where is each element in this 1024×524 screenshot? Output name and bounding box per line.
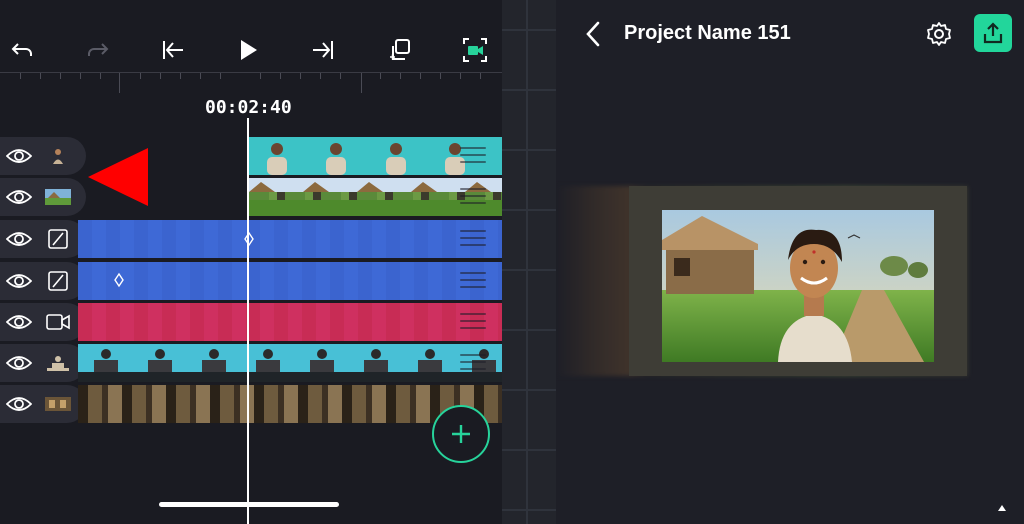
eye-icon[interactable] [6, 146, 32, 166]
track-header [0, 262, 86, 300]
track-clip[interactable] [249, 178, 502, 216]
clip-drag-handle[interactable] [460, 272, 486, 290]
clip-drag-handle[interactable] [460, 354, 486, 372]
track-header [0, 385, 86, 423]
copy-icon [390, 39, 410, 60]
red-arrow-icon [88, 148, 148, 206]
track-header [0, 137, 86, 175]
track-row-adjustment [0, 262, 502, 300]
timeline-ruler[interactable] [0, 72, 502, 96]
camera-focus-icon [463, 38, 487, 62]
track-header [0, 344, 86, 382]
clip-drag-handle[interactable] [460, 313, 486, 331]
skip-to-end-icon [313, 41, 333, 59]
adjustment-layer-icon [48, 271, 68, 291]
track-clip[interactable] [78, 303, 502, 341]
track-row-image [0, 178, 502, 216]
timeline-toolbar [0, 28, 502, 72]
panel-divider[interactable] [502, 0, 556, 524]
eye-icon[interactable] [6, 187, 32, 207]
play-button[interactable] [232, 34, 264, 66]
eye-icon[interactable] [6, 353, 32, 373]
person-thumbnail-icon [53, 149, 63, 164]
timeline-panel: 00:02:40 [0, 0, 502, 524]
track-row-video [0, 385, 502, 423]
redo-button[interactable] [82, 34, 114, 66]
add-track-button[interactable] [432, 405, 490, 463]
project-title[interactable]: Project Name 151 [624, 22, 791, 45]
undo-icon [11, 43, 32, 56]
gear-icon[interactable] [925, 20, 953, 48]
clip-drag-handle[interactable] [460, 230, 486, 248]
track-clip[interactable] [78, 344, 502, 382]
skip-to-start-button[interactable] [157, 34, 189, 66]
keyframe-icon[interactable] [78, 262, 502, 300]
adjustment-layer-icon [48, 229, 68, 249]
eye-icon[interactable] [6, 271, 32, 291]
track-row-adjustment [0, 220, 502, 258]
skip-to-start-icon [163, 41, 183, 59]
track-row-camera [0, 303, 502, 341]
playhead-timecode: 00:02:40 [201, 95, 296, 120]
corner-mark-icon [998, 505, 1006, 511]
track-clip[interactable] [78, 262, 502, 300]
track-row-video [0, 344, 502, 382]
clip-thumbnails [78, 349, 502, 382]
plus-icon [452, 425, 470, 443]
dark-room-thumbnail-icon [45, 397, 71, 411]
track-row-figure [0, 137, 502, 175]
copy-button[interactable] [384, 34, 416, 66]
playhead[interactable] [247, 118, 249, 524]
eye-icon[interactable] [6, 312, 32, 332]
home-indicator [159, 502, 339, 507]
skip-to-end-button[interactable] [307, 34, 339, 66]
preview-panel: Project Name 151 [556, 0, 1024, 524]
undo-button[interactable] [6, 34, 38, 66]
camera-icon [46, 314, 70, 330]
play-icon [241, 40, 257, 60]
eye-icon[interactable] [6, 394, 32, 414]
camera-focus-button[interactable] [459, 34, 491, 66]
village-thumbnail-icon [45, 189, 71, 205]
man-at-desk-thumbnail-icon [47, 356, 69, 371]
track-header [0, 303, 86, 341]
redo-icon [88, 43, 109, 56]
clip-drag-handle[interactable] [460, 147, 486, 165]
chevron-left-icon[interactable] [582, 20, 606, 48]
track-header [0, 220, 86, 258]
upload-icon [983, 22, 1003, 44]
clip-drag-handle[interactable] [460, 188, 486, 206]
track-header [0, 178, 86, 216]
export-button[interactable] [974, 14, 1012, 52]
eye-icon[interactable] [6, 229, 32, 249]
track-clip[interactable] [78, 220, 502, 258]
track-clip[interactable] [249, 137, 502, 175]
keyframe-icon[interactable] [78, 220, 502, 258]
preview-image[interactable] [662, 210, 934, 362]
